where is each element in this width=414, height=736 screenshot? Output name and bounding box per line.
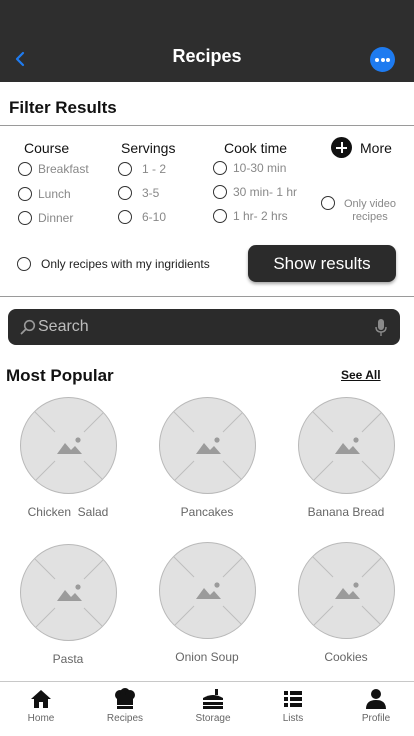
recipe-card[interactable]: Chicken Salad [8,397,128,519]
servings-option-1-2[interactable]: 1 - 2 [118,162,166,176]
radio-button[interactable] [118,210,132,224]
recipe-card[interactable]: Onion Soup [147,542,267,664]
recipe-name: Banana Bread [307,505,385,519]
list-icon [284,691,302,707]
radio-button[interactable] [18,187,32,201]
tab-label: Home [27,713,55,724]
option-label: 30 min- 1 hr [233,185,298,199]
option-label: Dinner [38,211,74,225]
image-placeholder-icon [158,542,256,639]
radio-button[interactable] [213,185,227,199]
radio-button[interactable] [17,257,31,271]
recipe-card[interactable]: Pancakes [147,397,267,519]
option-label: Breakfast [38,162,89,176]
option-label: 1 hr- 2 hrs [233,209,288,223]
recipe-name: Pancakes [180,505,234,519]
cook-time-option-30-60[interactable]: 30 min- 1 hr [213,185,297,199]
course-option-dinner[interactable]: Dinner [18,211,73,225]
divider [0,125,414,126]
recipe-name: Chicken Salad [27,505,109,519]
recipe-name: Onion Soup [175,650,239,664]
microphone-icon[interactable] [374,318,388,337]
recipe-card[interactable]: Cookies [286,542,406,664]
option-label: 3-5 [142,186,160,200]
app-header: Recipes [0,0,414,82]
image-placeholder-icon [297,542,395,639]
tab-recipes[interactable]: Recipes [85,688,165,724]
recipe-card[interactable]: Banana Bread [286,397,406,519]
course-option-lunch[interactable]: Lunch [18,187,71,201]
search-bar[interactable] [8,309,400,345]
storage-icon [203,689,223,709]
recipe-card[interactable]: Pasta [8,544,128,666]
servings-option-6-10[interactable]: 6-10 [118,210,166,224]
divider [0,296,414,297]
more-filters-button[interactable]: More [331,137,392,158]
tab-lists[interactable]: Lists [253,688,333,724]
see-all-link[interactable]: See All [341,368,381,382]
video-only-radio[interactable] [321,196,335,210]
radio-button[interactable] [118,162,132,176]
course-heading: Course [24,140,70,156]
radio-button[interactable] [213,161,227,175]
cook-time-heading: Cook time [224,140,288,156]
recipe-name: Pasta [52,652,84,666]
filter-results-title: Filter Results [9,98,117,117]
servings-heading: Servings [121,140,176,156]
bottom-tab-bar: Home Recipes Storage Lists Profile [0,681,414,736]
tab-storage[interactable]: Storage [173,688,253,724]
tab-label: Profile [361,713,391,724]
my-ingredients-option[interactable]: Only recipes with my ingridients [17,257,210,271]
tab-home[interactable]: Home [1,688,81,724]
image-placeholder-icon [297,397,395,494]
cook-time-option-1-2hr[interactable]: 1 hr- 2 hrs [213,209,288,223]
show-results-button[interactable]: Show results [248,245,396,282]
option-label: Only recipes with my ingridients [41,257,210,271]
home-icon [31,690,51,708]
cook-time-option-10-30[interactable]: 10-30 min [213,161,286,175]
chef-hat-icon [115,688,135,709]
radio-button[interactable] [213,209,227,223]
image-placeholder-icon [158,397,256,494]
radio-button[interactable] [118,186,132,200]
recipe-name: Cookies [324,650,368,664]
search-icon [20,319,36,335]
video-only-label: Only video recipes [344,198,396,223]
search-input[interactable] [38,309,358,345]
tab-profile[interactable]: Profile [336,688,414,724]
plus-icon [331,137,352,158]
most-popular-title: Most Popular [6,366,114,385]
option-label: 6-10 [142,210,167,224]
radio-button[interactable] [18,162,32,176]
option-label: 10-30 min [233,161,287,175]
servings-option-3-5[interactable]: 3-5 [118,186,159,200]
more-label: More [360,139,392,156]
image-placeholder-icon [19,397,117,494]
tab-label: Storage [195,713,231,724]
profile-icon [366,689,386,709]
course-option-breakfast[interactable]: Breakfast [18,162,89,176]
option-label: 1 - 2 [142,162,167,176]
image-placeholder-icon [19,544,117,641]
option-label: Lunch [38,187,71,201]
tab-label: Lists [282,713,304,724]
radio-button[interactable] [18,211,32,225]
page-title: Recipes [172,46,242,66]
more-options-icon[interactable] [370,47,395,72]
tab-label: Recipes [106,713,144,724]
